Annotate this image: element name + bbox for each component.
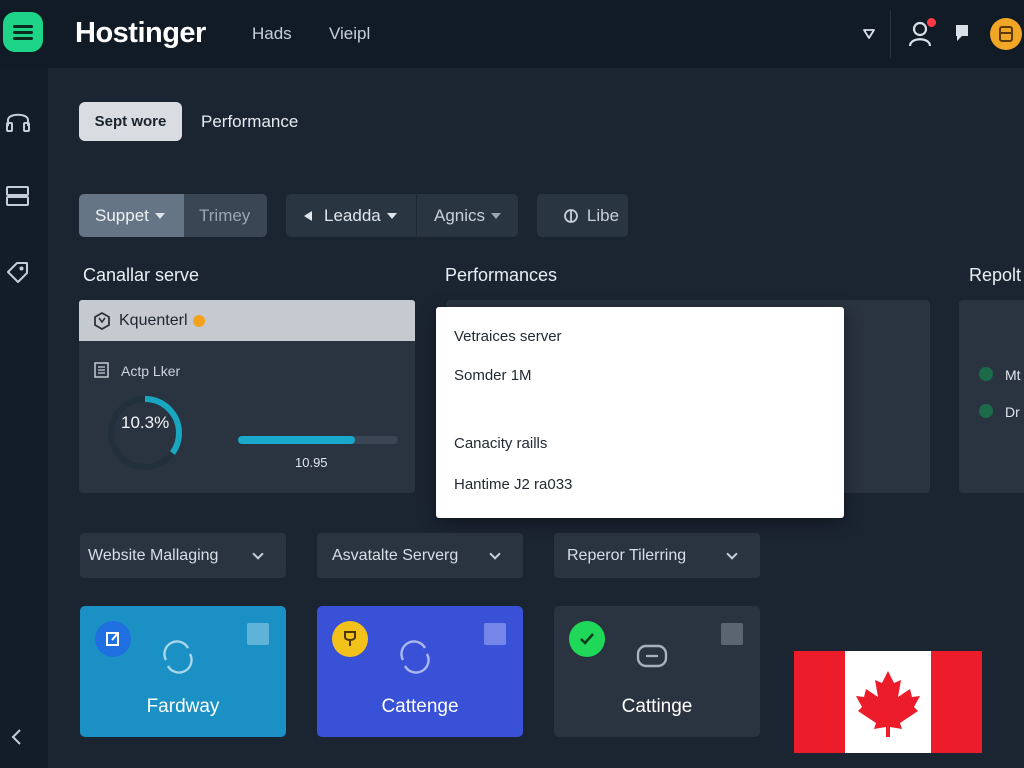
canada-flag-icon bbox=[794, 651, 982, 753]
usage-bar-track bbox=[238, 436, 398, 444]
tile-label: Cattenge bbox=[381, 696, 459, 717]
server-icon[interactable] bbox=[5, 185, 31, 209]
usage-bar-fill bbox=[238, 436, 355, 444]
leadda-dropdown[interactable]: Leadda bbox=[286, 194, 417, 237]
usage-gauge bbox=[108, 396, 182, 470]
toolbar-divider bbox=[890, 10, 891, 58]
link-icon bbox=[564, 208, 578, 223]
avatar-icon[interactable] bbox=[990, 18, 1022, 50]
tag-icon[interactable] bbox=[5, 258, 31, 284]
robot-icon bbox=[636, 644, 668, 668]
trimey-button[interactable]: Trimey bbox=[184, 194, 267, 237]
tile-cattenge[interactable]: Cattenge bbox=[317, 606, 523, 737]
popup-item[interactable]: Canacity raills bbox=[454, 435, 547, 452]
dropdown-label: Asvatalte Serverg bbox=[332, 546, 459, 564]
popup-item[interactable]: Somder 1M bbox=[454, 367, 532, 384]
brand-logo[interactable]: Hostinger bbox=[75, 17, 206, 50]
refresh-icon bbox=[400, 640, 430, 674]
shield-icon bbox=[94, 311, 110, 330]
server-card-subtitle: Actp Lker bbox=[121, 363, 181, 379]
report-item-2: Dr bbox=[1005, 404, 1020, 420]
headset-icon[interactable] bbox=[5, 108, 31, 134]
gauge-value: 10.3% bbox=[121, 413, 170, 432]
tile-checkbox[interactable] bbox=[721, 623, 743, 645]
tab-performance[interactable]: Performance bbox=[201, 112, 298, 132]
trophy-icon bbox=[332, 621, 368, 657]
lib-button[interactable]: Libe bbox=[537, 194, 628, 237]
server-card-header[interactable]: Kquenterl bbox=[79, 300, 415, 341]
menu-icon[interactable] bbox=[3, 12, 43, 52]
bell-icon[interactable] bbox=[953, 23, 971, 43]
report-panel: Mt Dr bbox=[959, 300, 1024, 493]
agnics-label: Agnics bbox=[434, 205, 486, 225]
tile-cattinge[interactable]: Cattinge bbox=[554, 606, 760, 737]
tile-fardway[interactable]: Fardway bbox=[80, 606, 286, 737]
support-label: Suppet bbox=[95, 205, 149, 225]
report-item-1: Mt bbox=[1005, 367, 1021, 383]
collapse-arrow-icon[interactable] bbox=[10, 728, 24, 746]
notification-dot bbox=[927, 18, 936, 27]
check-icon bbox=[569, 621, 605, 657]
website-managing-dropdown[interactable]: Website Mallaging bbox=[80, 533, 286, 578]
nav-link-vieipl[interactable]: Vieipl bbox=[329, 24, 370, 44]
dropdown-label: Reperor Tilerring bbox=[567, 546, 687, 564]
coin-icon bbox=[192, 314, 205, 327]
reperor-filtering-dropdown[interactable]: Reperor Tilerring bbox=[554, 533, 760, 578]
refresh-icon bbox=[163, 640, 193, 674]
support-segment: Suppet Trimey bbox=[79, 194, 267, 237]
nav-link-hads[interactable]: Hads bbox=[252, 24, 292, 44]
chevron-down-icon bbox=[489, 547, 501, 560]
performance-popup-menu: Vetraices server Somder 1M Canacity rail… bbox=[436, 307, 844, 518]
leadda-label: Leadda bbox=[324, 205, 381, 225]
available-server-dropdown[interactable]: Asvatalte Serverg bbox=[317, 533, 523, 578]
agnics-dropdown[interactable]: Agnics bbox=[417, 194, 518, 237]
report-status-dot-2 bbox=[979, 404, 993, 418]
edit-icon bbox=[95, 621, 131, 657]
support-dropdown[interactable]: Suppet bbox=[79, 194, 184, 237]
section-title-middle: Performances bbox=[445, 265, 558, 285]
server-card-title: Kquenterl bbox=[119, 311, 188, 329]
tile-label: Fardway bbox=[146, 696, 220, 717]
sidebar bbox=[0, 68, 48, 768]
tile-checkbox[interactable] bbox=[484, 623, 506, 645]
top-bar: Hostinger Hads Vieipl bbox=[0, 0, 1024, 68]
lib-label: Libe bbox=[586, 205, 620, 225]
play-back-icon bbox=[304, 210, 312, 221]
chevron-down-icon bbox=[726, 547, 738, 560]
dropdown-arrow-icon[interactable] bbox=[862, 27, 876, 41]
tile-checkbox[interactable] bbox=[247, 623, 269, 645]
usage-bar-value: 10.95 bbox=[295, 455, 328, 470]
tile-label: Cattinge bbox=[621, 696, 693, 717]
dropdown-label: Website Mallaging bbox=[88, 546, 219, 564]
server-card: Kquenterl Actp Lker 10.3% 10.95 bbox=[79, 300, 415, 493]
chevron-down-icon bbox=[252, 547, 264, 560]
list-icon bbox=[94, 362, 109, 378]
tab-active[interactable]: Sept wore bbox=[79, 102, 182, 141]
leadda-segment: Leadda Agnics bbox=[286, 194, 518, 237]
report-status-dot-1 bbox=[979, 367, 993, 381]
popup-item[interactable]: Hantime J2 ra033 bbox=[454, 476, 572, 493]
section-title-right: Repolt bbox=[969, 265, 1022, 285]
popup-item[interactable]: Vetraices server bbox=[454, 328, 562, 345]
section-title-left: Canallar serve bbox=[83, 265, 200, 285]
